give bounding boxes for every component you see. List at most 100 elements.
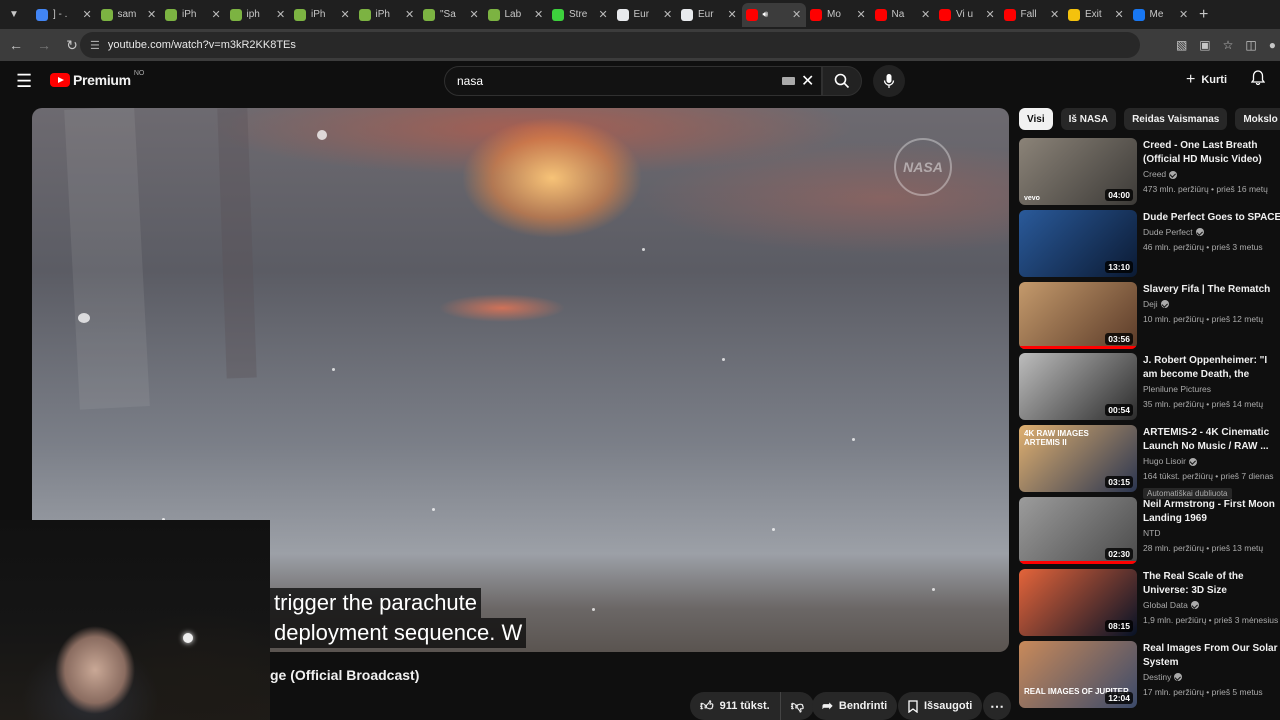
tab-close-icon[interactable]: ✕: [663, 8, 673, 21]
tab-audio-speaker-icon[interactable]: 🔊︎: [763, 9, 769, 20]
create-button[interactable]: + Kurti: [1186, 71, 1227, 89]
recommended-video[interactable]: 02:30 Neil Armstrong - First Moon Landing…: [1019, 497, 1280, 565]
filter-chip[interactable]: Iš NASA: [1060, 108, 1117, 130]
browser-tab[interactable]: "Sa ✕: [419, 3, 484, 27]
recommended-video[interactable]: 08:15 The Real Scale of the Universe: 3D …: [1019, 568, 1280, 637]
tab-close-icon[interactable]: ✕: [83, 8, 93, 21]
channel-name[interactable]: Dude Perfect: [1143, 225, 1193, 240]
recommended-video[interactable]: REAL IMAGES OF JUPITER 12:04 Real Images F…: [1019, 640, 1280, 709]
tab-close-icon[interactable]: ✕: [792, 8, 802, 21]
dislike-button[interactable]: 👎︎: [780, 692, 814, 720]
video-thumbnail[interactable]: 03:56: [1019, 281, 1137, 349]
recommended-video-title[interactable]: Neil Armstrong - First Moon Landing 1969: [1143, 498, 1280, 526]
browser-tab[interactable]: 🔊︎ ✕: [741, 2, 806, 27]
tab-close-icon[interactable]: ✕: [470, 8, 480, 21]
recommended-video[interactable]: vevo 04:00 Creed - One Last Breath (Offici…: [1019, 138, 1280, 206]
browser-tab[interactable]: Exit ✕: [1064, 3, 1129, 27]
browser-tab[interactable]: iph ✕: [226, 3, 291, 27]
channel-name[interactable]: Creed: [1143, 167, 1166, 182]
tab-close-icon[interactable]: ✕: [405, 8, 415, 21]
recommended-video-title[interactable]: Dude Perfect Goes to SPACE: [1143, 211, 1280, 225]
tab-close-icon[interactable]: ✕: [1050, 8, 1060, 21]
cast-icon[interactable]: ▣: [1199, 38, 1210, 52]
recommended-video[interactable]: 4K RAW IMAGES ARTEMIS II 03:15 ARTEMIS-2 -…: [1019, 425, 1280, 500]
tab-close-icon[interactable]: ✕: [1115, 8, 1125, 21]
browser-tab[interactable]: Eur ✕: [613, 3, 678, 27]
recommended-video[interactable]: 13:10 Dude Perfect Goes to SPACE Dude Perf…: [1019, 209, 1280, 278]
browser-tab[interactable]: Vi u ✕: [935, 3, 1000, 27]
browser-tab[interactable]: Na ✕: [871, 3, 936, 27]
more-actions-icon[interactable]: ⋯: [983, 692, 1011, 720]
browser-tab[interactable]: iPh ✕: [161, 3, 226, 27]
channel-name[interactable]: Global Data: [1143, 598, 1188, 613]
share-button[interactable]: ➦ Bendrinti: [812, 692, 898, 720]
tab-close-icon[interactable]: ✕: [147, 8, 157, 21]
recommended-video-title[interactable]: Creed - One Last Breath (Official HD Mus…: [1143, 139, 1280, 167]
debris-speck: [332, 368, 335, 371]
extensions-puzzle-icon[interactable]: ◫: [1245, 38, 1256, 52]
save-button[interactable]: Išsaugoti: [898, 692, 983, 720]
browser-tab[interactable]: sam ✕: [97, 3, 162, 27]
tab-close-icon[interactable]: ✕: [341, 8, 351, 21]
duration-badge: 08:15: [1105, 619, 1133, 632]
filter-chip[interactable]: Visi: [1019, 108, 1053, 130]
browser-tab[interactable]: ] - . ✕: [32, 3, 97, 27]
recommended-video-title[interactable]: ARTEMIS-2 - 4K Cinematic Launch No Music…: [1143, 426, 1280, 454]
keyboard-icon[interactable]: [782, 77, 795, 85]
recommended-video-title[interactable]: Slavery Fifa | The Rematch: [1143, 283, 1280, 297]
channel-name[interactable]: Deji: [1143, 297, 1158, 312]
browser-tab[interactable]: Mo ✕: [806, 3, 871, 27]
tab-close-icon[interactable]: ✕: [1179, 8, 1189, 21]
youtube-premium-logo[interactable]: Premium NO: [50, 70, 144, 88]
profile-icon[interactable]: ●: [1269, 38, 1276, 52]
browser-tab[interactable]: Stre ✕: [548, 3, 613, 27]
channel-name[interactable]: NTD: [1143, 526, 1160, 541]
tab-close-icon[interactable]: ✕: [986, 8, 996, 21]
voice-search-button[interactable]: [873, 65, 905, 97]
recommended-video[interactable]: 03:56 Slavery Fifa | The Rematch Deji 10 ml…: [1019, 281, 1280, 350]
video-thumbnail[interactable]: 4K RAW IMAGES ARTEMIS II 03:15: [1019, 425, 1137, 493]
tab-close-icon[interactable]: ✕: [534, 8, 544, 21]
video-thumbnail[interactable]: 08:15: [1019, 568, 1137, 636]
translate-icon[interactable]: ▧: [1176, 38, 1187, 52]
video-thumbnail[interactable]: REAL IMAGES OF JUPITER 12:04: [1019, 640, 1137, 708]
video-thumbnail[interactable]: 02:30: [1019, 497, 1137, 564]
tab-close-icon[interactable]: ✕: [276, 8, 286, 21]
channel-name[interactable]: Hugo Lisoir: [1143, 454, 1186, 469]
browser-tab[interactable]: Me ✕: [1129, 3, 1194, 27]
tab-close-icon[interactable]: ✕: [857, 8, 867, 21]
recommended-video-title[interactable]: The Real Scale of the Universe: 3D Size …: [1143, 570, 1280, 598]
bookmark-star-icon[interactable]: ☆: [1223, 38, 1234, 52]
url-bar[interactable]: ☰ youtube.com/watch?v=m3kR2KK8TEs: [80, 32, 1140, 58]
notifications-bell-icon[interactable]: [1250, 70, 1266, 89]
menu-hamburger-icon[interactable]: ☰: [16, 71, 32, 92]
search-button[interactable]: [822, 66, 862, 96]
video-thumbnail[interactable]: vevo 04:00: [1019, 138, 1137, 205]
tab-close-icon[interactable]: ✕: [728, 8, 738, 21]
filter-chip[interactable]: Reidas Vaismanas: [1124, 108, 1228, 130]
recommended-video-title[interactable]: J. Robert Oppenheimer: "I am become Deat…: [1143, 354, 1280, 382]
search-input[interactable]: nasa ✕: [444, 66, 822, 96]
recommended-video-title[interactable]: Real Images From Our Solar System: [1143, 642, 1280, 670]
new-tab-plus-icon[interactable]: +: [1199, 6, 1208, 24]
recommended-video[interactable]: 00:54 J. Robert Oppenheimer: "I am become…: [1019, 353, 1280, 421]
forward-arrow-icon[interactable]: →: [32, 37, 56, 53]
channel-name[interactable]: Destiny: [1143, 670, 1171, 685]
filter-chip[interactable]: Mokslo: [1235, 108, 1280, 130]
tab-close-icon[interactable]: ✕: [599, 8, 609, 21]
tab-close-icon[interactable]: ✕: [921, 8, 931, 21]
browser-tab[interactable]: iPh ✕: [355, 3, 420, 27]
like-button[interactable]: 👍︎ 911 tūkst.: [690, 692, 781, 720]
tab-close-icon[interactable]: ✕: [212, 8, 222, 21]
clear-search-icon[interactable]: ✕: [801, 71, 814, 91]
tab-search-chevron-icon[interactable]: ▼: [4, 5, 24, 25]
site-info-icon[interactable]: ☰: [90, 39, 100, 52]
video-thumbnail[interactable]: 00:54: [1019, 353, 1137, 421]
channel-name[interactable]: Plenilune Pictures: [1143, 382, 1211, 397]
browser-tab[interactable]: Fall ✕: [1000, 3, 1065, 27]
browser-tab[interactable]: Lab ✕: [484, 3, 549, 27]
browser-tab[interactable]: Eur ✕: [677, 3, 742, 27]
browser-tab[interactable]: iPh ✕: [290, 3, 355, 27]
back-arrow-icon[interactable]: ←: [4, 37, 28, 53]
video-thumbnail[interactable]: 13:10: [1019, 209, 1137, 277]
